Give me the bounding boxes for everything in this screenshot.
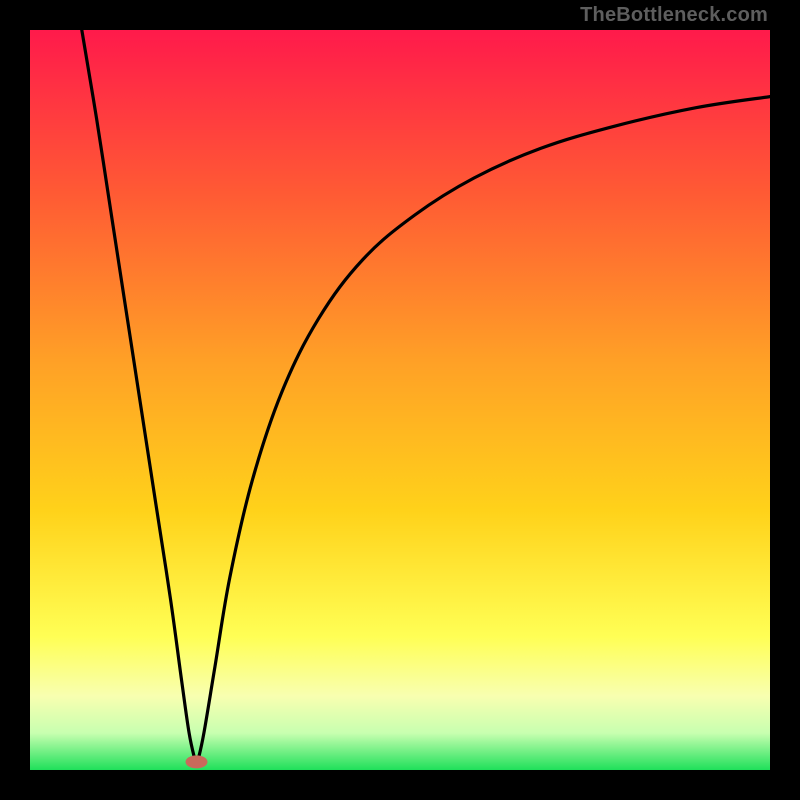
marker-group (186, 755, 208, 768)
chart-frame: TheBottleneck.com (0, 0, 800, 800)
watermark-text: TheBottleneck.com (580, 4, 768, 27)
min-marker (186, 755, 208, 768)
chart-svg (30, 30, 770, 770)
plot-area (30, 30, 770, 770)
